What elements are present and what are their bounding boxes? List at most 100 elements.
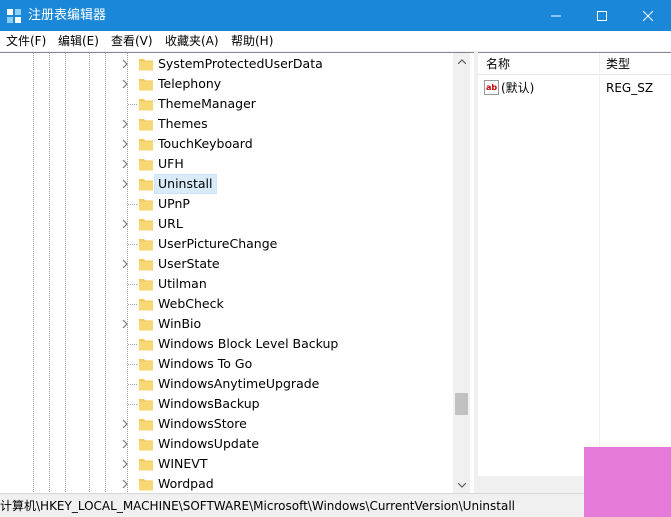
tree-node[interactable]: UserState (118, 254, 438, 274)
folder-icon (139, 259, 153, 271)
tree-connector-line (128, 284, 137, 285)
value-name: (默认) (501, 81, 535, 95)
tree-node[interactable]: Windows To Go (118, 354, 438, 374)
tree-node[interactable]: Telephony (118, 74, 438, 94)
column-header-name[interactable]: 名称 (486, 56, 510, 72)
tree-node-label: Windows To Go (158, 356, 253, 371)
folder-icon (139, 219, 153, 231)
tree-node[interactable]: WinBio (118, 314, 438, 334)
tree-node[interactable]: UserPictureChange (118, 234, 438, 254)
chevron-right-icon[interactable] (121, 159, 129, 169)
tree-node[interactable]: Utilman (118, 274, 438, 294)
tree-node-label: SystemProtectedUserData (158, 56, 323, 71)
tree-node-label: UFH (158, 156, 184, 171)
close-button[interactable] (625, 0, 671, 31)
folder-icon (139, 159, 153, 171)
folder-icon (139, 99, 153, 111)
chevron-right-icon[interactable] (121, 419, 129, 429)
tree-node[interactable]: SystemProtectedUserData (118, 54, 438, 74)
chevron-right-icon[interactable] (121, 219, 129, 229)
folder-icon (139, 419, 153, 431)
tree-connector-line (128, 204, 137, 205)
value-type: REG_SZ (606, 81, 654, 95)
chevron-right-icon[interactable] (121, 459, 129, 469)
folder-icon (139, 299, 153, 311)
tree-node[interactable]: Uninstall (118, 174, 438, 194)
chevron-right-icon[interactable] (121, 479, 129, 489)
folder-icon (139, 439, 153, 451)
tree-node[interactable]: WindowsUpdate (118, 434, 438, 454)
folder-icon (139, 239, 153, 251)
tree-connector-line (128, 244, 137, 245)
tree-node-label: WindowsStore (158, 416, 247, 431)
tree-guide-line (89, 53, 90, 493)
menu-file[interactable]: 文件(F) (6, 33, 46, 50)
menu-edit[interactable]: 编辑(E) (58, 33, 99, 50)
folder-icon (139, 319, 153, 331)
tree-connector-line (128, 104, 137, 105)
tree-node-label: URL (158, 216, 183, 231)
folder-icon (139, 459, 153, 471)
values-list[interactable]: 名称 类型 ab (默认) REG_SZ (478, 52, 671, 493)
title-bar[interactable]: 注册表编辑器 (0, 0, 671, 31)
scroll-thumb[interactable] (455, 393, 468, 415)
tree-node[interactable]: TouchKeyboard (118, 134, 438, 154)
tree-connector-line (128, 344, 137, 345)
maximize-button[interactable] (579, 0, 625, 31)
tree-node[interactable]: WindowsStore (118, 414, 438, 434)
tree-node[interactable]: WindowsBackup (118, 394, 438, 414)
tree-node[interactable]: ThemeManager (118, 94, 438, 114)
chevron-right-icon[interactable] (121, 79, 129, 89)
scroll-down-button[interactable] (453, 477, 470, 493)
tree-node[interactable]: WebCheck (118, 294, 438, 314)
tree-node[interactable]: WindowsAnytimeUpgrade (118, 374, 438, 394)
value-row[interactable]: ab (默认) REG_SZ (478, 78, 671, 98)
chevron-right-icon[interactable] (121, 179, 129, 189)
registry-tree[interactable]: SystemProtectedUserData Telephony ThemeMan… (0, 52, 474, 493)
column-header-type[interactable]: 类型 (606, 56, 630, 72)
tree-node-label: WindowsBackup (158, 396, 260, 411)
menu-bar: 文件(F) 编辑(E) 查看(V) 收藏夹(A) 帮助(H) (0, 31, 671, 52)
tree-node-label: Themes (158, 116, 208, 131)
menu-help[interactable]: 帮助(H) (231, 33, 273, 50)
chevron-right-icon[interactable] (121, 319, 129, 329)
tree-node-label: WindowsUpdate (158, 436, 260, 451)
tree-vertical-scrollbar[interactable] (453, 53, 470, 493)
chevron-right-icon[interactable] (121, 439, 129, 449)
tree-node-label: Telephony (158, 76, 222, 91)
tree-node-label: ThemeManager (158, 96, 256, 111)
folder-icon (139, 59, 153, 71)
tree-node-label: WINEVT (158, 456, 208, 471)
chevron-right-icon[interactable] (121, 59, 129, 69)
list-header: 名称 类型 (478, 53, 671, 75)
menu-favorites[interactable]: 收藏夹(A) (165, 33, 219, 50)
tree-node[interactable]: WINEVT (118, 454, 438, 474)
tree-node[interactable]: UPnP (118, 194, 438, 214)
folder-icon (139, 339, 153, 351)
tree-node[interactable]: Wordpad (118, 474, 438, 493)
tree-node[interactable]: URL (118, 214, 438, 234)
tree-node-label: Windows Block Level Backup (158, 336, 339, 351)
maximize-icon (597, 10, 607, 21)
chevron-right-icon[interactable] (121, 119, 129, 129)
window-title: 注册表编辑器 (28, 8, 107, 23)
tree-connector-line (128, 404, 137, 405)
scroll-up-button[interactable] (453, 53, 470, 70)
tree-node[interactable]: Windows Block Level Backup (118, 334, 438, 354)
minimize-button[interactable] (533, 0, 579, 31)
scroll-up-icon (457, 59, 466, 64)
tree-node-label: WindowsAnytimeUpgrade (158, 376, 320, 391)
tree-node[interactable]: UFH (118, 154, 438, 174)
tree-node-label: WinBio (158, 316, 202, 331)
tree-guide-line (33, 53, 34, 493)
tree-node[interactable]: Themes (118, 114, 438, 134)
minimize-icon (551, 15, 561, 16)
tree-connector-line (128, 304, 137, 305)
tree-node-label: UPnP (158, 196, 190, 211)
tree-node-label: Utilman (158, 276, 207, 291)
chevron-right-icon[interactable] (121, 139, 129, 149)
folder-icon (139, 359, 153, 371)
chevron-right-icon[interactable] (121, 259, 129, 269)
tree-node-label: Wordpad (158, 476, 214, 491)
menu-view[interactable]: 查看(V) (111, 33, 153, 50)
